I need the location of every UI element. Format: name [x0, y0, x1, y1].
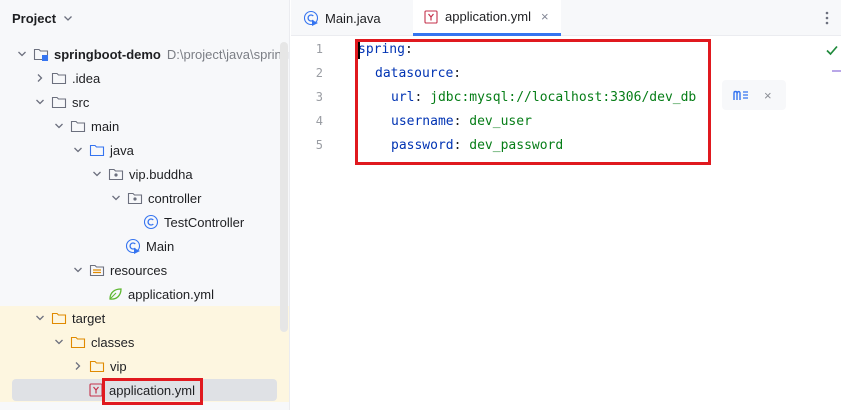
tree-item-label: vip.buddha — [129, 166, 193, 182]
tree-item-label: resources — [110, 262, 168, 278]
tree-item-classes[interactable]: classes — [0, 330, 289, 354]
tree-item-label: java — [110, 142, 134, 158]
tree-item-java[interactable]: java — [0, 138, 289, 162]
folder-icon — [70, 120, 86, 133]
tree-item-label: main — [91, 118, 120, 134]
tree-item-vip-buddha[interactable]: vip.buddha — [0, 162, 289, 186]
more-options-icon[interactable] — [821, 9, 833, 27]
project-path: D:\project\java\springb — [166, 46, 290, 62]
line-number-gutter: 1 2 3 4 5 — [291, 37, 351, 410]
tab-label: Main.java — [325, 10, 381, 26]
inline-action-popup: × — [722, 80, 786, 110]
spring-yml-icon — [109, 288, 122, 300]
tree-item-controller[interactable]: controller — [0, 186, 289, 210]
line-number: 5 — [315, 138, 323, 152]
tree-item-springboot-demo[interactable]: springboot-demo D:\project\java\springb — [0, 42, 290, 66]
chevron-down-icon[interactable] — [71, 143, 85, 157]
tab-label: application.yml — [445, 9, 531, 24]
tree-item-vip[interactable]: vip — [0, 354, 289, 378]
tree-item-label: src — [72, 94, 90, 110]
folder-icon — [51, 96, 67, 109]
tree-item-label: controller — [148, 190, 202, 206]
close-icon[interactable]: × — [764, 88, 772, 103]
module-folder-icon — [33, 48, 49, 61]
chevron-down-icon[interactable] — [62, 12, 74, 24]
project-header[interactable]: Project — [0, 0, 289, 36]
tree-item-label: .idea — [72, 70, 101, 86]
chevron-down-icon[interactable] — [52, 119, 66, 133]
tree-item-main-folder[interactable]: main — [0, 114, 289, 138]
tree-item-label: classes — [91, 334, 135, 350]
tree-item-label: vip — [110, 358, 127, 374]
line-number: 3 — [315, 90, 323, 104]
line-number: 2 — [315, 66, 323, 80]
tree-item-label: springboot-demo — [54, 46, 161, 62]
editor-tab-bar: Main.java application.yml × — [291, 0, 841, 36]
tree-item-src[interactable]: src — [0, 90, 289, 114]
file-highlight-box — [102, 378, 203, 405]
line-number: 1 — [315, 42, 323, 56]
chevron-down-icon[interactable] — [90, 167, 104, 181]
tree-item-testcontroller[interactable]: TestController — [0, 210, 289, 234]
tree-item-idea[interactable]: .idea — [0, 66, 289, 90]
chevron-down-icon[interactable] — [33, 95, 47, 109]
tree-item-resources[interactable]: resources — [0, 258, 289, 282]
project-title: Project — [12, 10, 57, 26]
tree-item-label: TestController — [164, 214, 245, 230]
chevron-down-icon[interactable] — [15, 47, 29, 61]
chevron-down-icon[interactable] — [52, 335, 66, 349]
chevron-right-icon[interactable] — [71, 359, 85, 373]
package-icon — [108, 168, 124, 181]
package-icon — [127, 192, 143, 205]
main-class-icon — [303, 10, 319, 26]
chevron-down-icon[interactable] — [109, 191, 123, 205]
excluded-folder-icon — [89, 360, 105, 373]
chevron-down-icon[interactable] — [33, 311, 47, 325]
project-panel: Project springboot-demo D:\project\java\… — [0, 0, 290, 410]
chevron-right-icon[interactable] — [33, 71, 47, 85]
tree-item-target[interactable]: target — [0, 306, 289, 330]
tree-item-main-class[interactable]: Main — [0, 234, 289, 258]
resources-folder-icon — [89, 264, 105, 277]
excluded-folder-icon — [51, 312, 67, 325]
reader-mode-icon[interactable] — [732, 87, 750, 103]
tab-application-yml[interactable]: application.yml × — [413, 0, 561, 36]
line-number: 4 — [315, 114, 323, 128]
source-folder-icon — [89, 144, 105, 157]
project-tree: springboot-demo D:\project\java\springb … — [0, 42, 290, 402]
tree-item-label: application.yml — [128, 286, 214, 302]
tree-item-label: target — [72, 310, 106, 326]
excluded-folder-icon — [70, 336, 86, 349]
close-icon[interactable]: × — [541, 9, 549, 24]
project-scrollbar[interactable] — [280, 42, 288, 332]
chevron-down-icon[interactable] — [71, 263, 85, 277]
tree-item-application-yml-resources[interactable]: application.yml — [0, 282, 289, 306]
scroll-marker — [832, 70, 841, 72]
code-highlight-box — [355, 39, 711, 165]
yaml-file-icon — [424, 9, 438, 24]
folder-icon — [51, 72, 67, 85]
tree-item-label: Main — [146, 238, 175, 254]
main-class-icon — [125, 238, 141, 254]
checkmark-icon[interactable] — [824, 42, 840, 58]
tab-main-java[interactable]: Main.java — [303, 0, 381, 36]
class-icon — [143, 214, 159, 230]
